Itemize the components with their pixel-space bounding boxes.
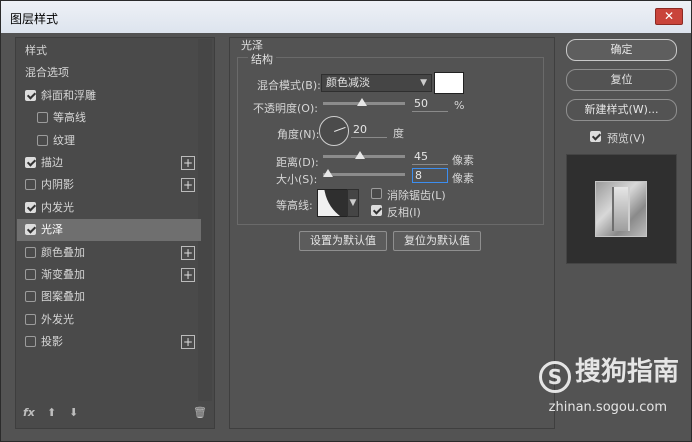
angle-label: 角度(N): [277,128,320,141]
style-preview [566,154,677,264]
style-item-checkbox[interactable] [37,112,48,124]
contour-label: 等高线: [276,199,313,212]
distance-label: 距离(D): [276,156,319,169]
style-list-item[interactable]: 混合选项 [17,62,201,84]
distance-unit: 像素 [452,154,474,167]
style-list-item[interactable]: 内阴影 + [17,174,201,196]
blend-mode-value: 颜色减淡 [326,76,370,89]
chevron-down-icon: ▼ [349,198,357,208]
style-item-checkbox[interactable] [25,291,36,303]
style-item-label: 混合选项 [25,66,69,80]
new-style-button[interactable]: 新建样式(W)... [566,99,677,121]
preview-label: 预览(V) [607,132,646,145]
style-list-toolbar: fx ⬆ ⬇ 🗑 [15,403,211,425]
style-list-item[interactable]: 等高线 [17,107,201,129]
size-unit: 像素 [452,172,474,185]
style-list-item[interactable]: 光泽 [17,219,201,242]
add-icon[interactable]: + [181,178,195,193]
style-list-item[interactable]: 外发光 [17,309,201,331]
size-input[interactable]: 8 [412,168,448,183]
watermark-brand: 搜狗指南 [574,357,679,387]
style-item-checkbox[interactable] [25,224,36,236]
ok-button[interactable]: 确定 [566,39,677,61]
angle-input[interactable]: 20 [351,123,387,138]
size-slider-thumb[interactable] [323,169,333,177]
antialias-label: 消除锯齿(L) [387,189,446,202]
move-down-icon[interactable]: ⬇ [69,406,78,419]
style-item-label: 投影 [41,335,63,349]
style-item-label: 外发光 [41,312,74,326]
set-default-button[interactable]: 设置为默认值 [299,231,387,251]
style-item-label: 渐变叠加 [41,268,85,281]
size-label: 大小(S): [276,173,318,186]
style-item-label: 内阴影 [41,178,74,192]
style-item-checkbox[interactable] [25,179,36,191]
watermark-url: zhinan.sogou.com [548,400,667,415]
style-item-checkbox[interactable] [25,313,36,325]
add-icon[interactable]: + [181,335,195,350]
distance-slider-thumb[interactable] [355,151,365,159]
close-icon[interactable]: ✕ [655,8,683,25]
style-item-label: 光泽 [41,223,63,237]
watermark-logo: S 搜狗指南 [538,351,679,393]
title-bar: 图层样式 ✕ [1,1,691,33]
blend-mode-select[interactable]: 颜色减淡 ▼ [321,74,432,92]
style-item-checkbox[interactable] [25,246,36,258]
reset-default-button[interactable]: 复位为默认值 [393,231,481,251]
style-item-label: 图案叠加 [41,290,85,304]
style-item-checkbox[interactable] [37,134,48,146]
opacity-input[interactable]: 50 [412,97,448,112]
preview-checkbox[interactable] [590,131,601,142]
contour-preview[interactable] [317,189,351,217]
add-icon[interactable]: + [181,268,195,282]
style-list-item[interactable]: 描边 + [17,152,201,174]
reset-button[interactable]: 复位 [566,69,677,91]
style-item-label: 纹理 [53,133,75,147]
fx-icon[interactable]: fx [23,406,35,419]
style-list-item[interactable]: 样式 [17,40,201,62]
angle-unit: 度 [393,127,404,140]
antialias-checkbox[interactable] [371,188,382,199]
style-list-item[interactable]: 内发光 [17,197,201,219]
invert-checkbox[interactable] [371,205,382,216]
invert-label: 反相(I) [387,206,421,219]
preview-thumbnail [595,181,647,237]
dialog-title: 图层样式 [10,12,59,26]
style-item-label: 斜面和浮雕 [41,88,96,102]
style-list-item[interactable]: 渐变叠加 + [17,264,201,286]
style-item-checkbox[interactable] [25,269,36,280]
opacity-label: 不透明度(O): [253,102,318,115]
style-item-checkbox[interactable] [25,336,36,348]
size-slider[interactable] [323,173,405,176]
blend-mode-label: 混合模式(B): [257,79,321,92]
add-icon[interactable]: + [181,245,195,260]
chevron-down-icon: ▼ [420,78,427,88]
style-item-label: 样式 [25,44,47,57]
group-title: 结构 [248,51,276,67]
contour-dropdown[interactable]: ▼ [347,189,359,217]
opacity-unit: % [454,99,465,112]
style-list-item[interactable]: 投影 + [17,331,201,353]
style-list-item[interactable]: 颜色叠加 + [17,242,201,264]
style-item-label: 内发光 [41,200,74,214]
move-up-icon[interactable]: ⬆ [47,406,56,419]
style-item-checkbox[interactable] [25,89,36,101]
style-item-label: 颜色叠加 [41,245,85,259]
opacity-slider-thumb[interactable] [357,98,367,106]
style-item-checkbox[interactable] [25,201,36,213]
color-swatch[interactable] [434,72,464,94]
style-list-item[interactable]: 图案叠加 [17,286,201,308]
style-list-item[interactable]: 斜面和浮雕 [17,85,201,107]
add-icon[interactable]: + [181,156,195,170]
style-item-label: 描边 [41,156,63,169]
style-item-label: 等高线 [53,111,86,125]
angle-dial[interactable] [319,116,349,146]
distance-input[interactable]: 45 [412,150,448,165]
trash-icon[interactable]: 🗑 [193,406,207,419]
sogou-logo-icon: S [538,361,571,393]
layer-style-dialog: 图层样式 ✕ 样式混合选项斜面和浮雕等高线纹理描边 + 内阴影 + 内发光光泽颜色叠加 +… [0,0,692,442]
style-item-checkbox[interactable] [25,157,36,168]
style-list-item[interactable]: 纹理 [17,130,201,152]
